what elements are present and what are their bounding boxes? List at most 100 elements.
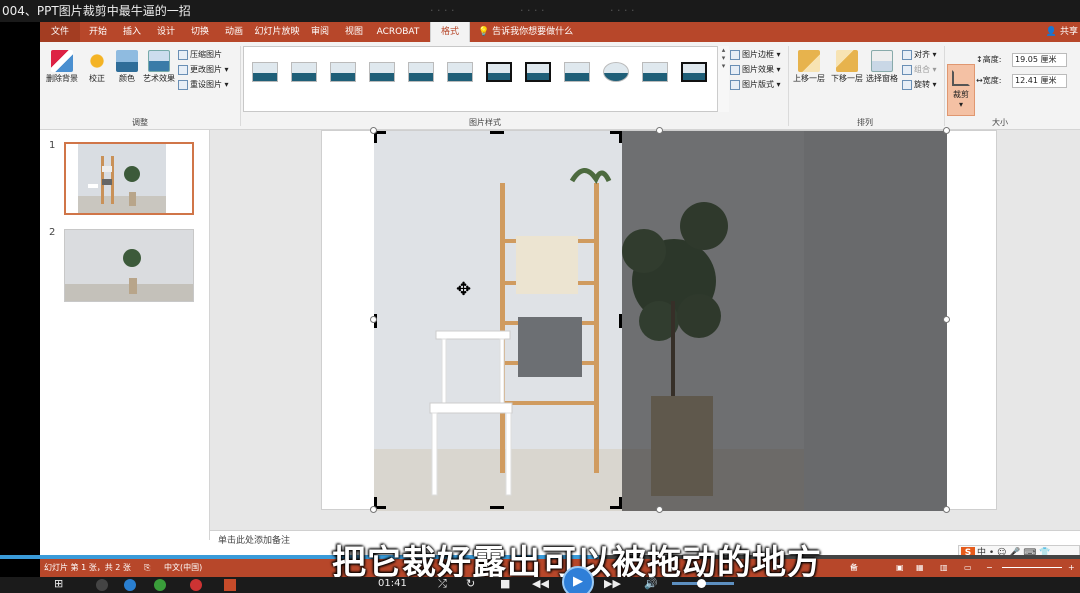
resize-handle[interactable] xyxy=(656,506,663,513)
tell-me-search[interactable]: 💡 告诉我你想要做什么 xyxy=(478,22,573,42)
picture-styles-gallery[interactable] xyxy=(243,46,729,112)
taskbar-app-icon[interactable] xyxy=(96,579,108,591)
height-input[interactable]: 19.05 厘米 xyxy=(1012,53,1067,67)
tab-design[interactable]: 设计 xyxy=(152,22,180,42)
tab-slideshow[interactable]: 幻灯片放映 xyxy=(254,22,300,42)
zoom-out-icon[interactable]: − xyxy=(986,559,993,577)
rewind-icon[interactable]: ◀◀ xyxy=(532,577,549,591)
picture-style-thumb[interactable] xyxy=(369,62,395,82)
resize-handle[interactable] xyxy=(370,316,377,323)
tab-review[interactable]: 审阅 xyxy=(306,22,334,42)
picture-style-thumb[interactable] xyxy=(408,62,434,82)
slide-1[interactable]: ✥ xyxy=(321,127,997,513)
remove-background-button[interactable]: 删除背景 xyxy=(42,48,82,108)
slide-canvas-area: ✥ xyxy=(210,127,1080,540)
crop-handle-right[interactable] xyxy=(619,314,622,328)
zoom-slider[interactable] xyxy=(1002,567,1062,568)
repeat-icon[interactable]: ↻ xyxy=(466,577,475,591)
spell-check-icon[interactable]: ⎘ xyxy=(144,559,150,577)
picture-effects-button[interactable]: 图片效果 ▾ xyxy=(730,63,781,77)
artistic-icon xyxy=(148,50,170,72)
screen: 004、PPT图片裁剪中最牛逼的一招 · · · · · · · · · · ·… xyxy=(0,0,1080,593)
tab-acrobat[interactable]: ACROBAT xyxy=(374,22,422,42)
crop-button[interactable]: 裁剪 ▾ xyxy=(947,64,975,116)
picture-style-thumb[interactable] xyxy=(681,62,707,82)
slide-info: 幻灯片 第 1 张，共 2 张 xyxy=(44,563,131,572)
volume-icon[interactable]: 🔊 xyxy=(644,577,658,591)
tab-view[interactable]: 视图 xyxy=(340,22,368,42)
color-label: 颜色 xyxy=(119,74,135,83)
shuffle-icon[interactable]: ⤮ xyxy=(438,577,447,591)
gallery-scroll[interactable]: ▴ ▾ ▾ xyxy=(717,46,729,112)
picture-style-thumb[interactable] xyxy=(642,62,668,82)
slide-number: 2 xyxy=(49,227,56,238)
slide-thumbnail-2[interactable] xyxy=(64,229,194,302)
stop-icon[interactable]: ■ xyxy=(500,577,510,591)
taskbar-app-icon[interactable] xyxy=(190,579,202,591)
send-backward-button[interactable]: 下移一层 xyxy=(828,48,866,108)
picture-style-thumb[interactable] xyxy=(447,62,473,82)
tab-file[interactable]: 文件 xyxy=(40,22,80,42)
resize-handle[interactable] xyxy=(656,127,663,134)
taskbar-app-icon[interactable] xyxy=(124,579,136,591)
effects-icon xyxy=(730,64,740,75)
crop-handle-top[interactable] xyxy=(490,131,504,134)
align-button[interactable]: 对齐 ▾ xyxy=(902,48,937,62)
volume-knob[interactable] xyxy=(697,579,706,588)
tab-animations[interactable]: 动画 xyxy=(220,22,248,42)
windows-start-icon[interactable]: ⊞ xyxy=(54,577,63,591)
compress-pictures-button[interactable]: 压缩图片 xyxy=(178,48,222,62)
zoom-in-icon[interactable]: + xyxy=(1068,559,1075,577)
resize-handle[interactable] xyxy=(943,127,950,134)
resize-handle[interactable] xyxy=(943,316,950,323)
rotate-button[interactable]: 旋转 ▾ xyxy=(902,78,937,92)
taskbar-app-icon[interactable] xyxy=(154,579,166,591)
view-sorter-icon[interactable]: ▦ xyxy=(916,559,924,577)
group-icon xyxy=(902,64,912,75)
ribbon-tabs: 文件 开始 插入 设计 切换 动画 幻灯片放映 审阅 视图 ACROBAT 格式… xyxy=(40,22,1080,42)
picture-style-thumb[interactable] xyxy=(291,62,317,82)
picture-style-thumb[interactable] xyxy=(330,62,356,82)
view-normal-icon[interactable]: ▣ xyxy=(896,559,904,577)
tab-format[interactable]: 格式 xyxy=(430,22,470,42)
sun-icon xyxy=(86,50,108,72)
taskbar-app-icon[interactable] xyxy=(224,579,236,591)
group-button[interactable]: 组合 ▾ xyxy=(902,63,937,77)
selection-pane-button[interactable]: 选择窗格 xyxy=(863,48,901,108)
bring-forward-button[interactable]: 上移一层 xyxy=(790,48,828,108)
slide-thumbnail-image xyxy=(66,144,192,213)
color-button[interactable]: 颜色 xyxy=(112,48,142,108)
language-indicator[interactable]: 中文(中国) xyxy=(164,559,202,577)
photo[interactable]: ✥ xyxy=(374,131,947,511)
share-button[interactable]: 👤 共享 xyxy=(1046,22,1080,42)
fast-forward-icon[interactable]: ▶▶ xyxy=(604,577,621,591)
compress-label: 压缩图片 xyxy=(190,50,222,59)
crop-excluded-overlay xyxy=(622,131,947,511)
change-picture-button[interactable]: 更改图片 ▾ xyxy=(178,63,229,77)
tab-home[interactable]: 开始 xyxy=(84,22,112,42)
picture-style-thumb[interactable] xyxy=(486,62,512,82)
picture-border-button[interactable]: 图片边框 ▾ xyxy=(730,48,781,62)
reset-picture-button[interactable]: 重设图片 ▾ xyxy=(178,78,229,92)
picture-layout-button[interactable]: 图片版式 ▾ xyxy=(730,78,781,92)
picture-style-thumb[interactable] xyxy=(564,62,590,82)
crop-handle-bottom[interactable] xyxy=(490,506,504,509)
crop-handle-bottom-right[interactable] xyxy=(610,497,622,509)
picture-style-thumb[interactable] xyxy=(252,62,278,82)
resize-handle[interactable] xyxy=(943,506,950,513)
tab-transitions[interactable]: 切换 xyxy=(186,22,214,42)
picture-style-thumb[interactable] xyxy=(603,62,629,82)
width-input[interactable]: 12.41 厘米 xyxy=(1012,74,1067,88)
view-reading-icon[interactable]: ▥ xyxy=(940,559,948,577)
resize-handle[interactable] xyxy=(370,127,377,134)
crop-handle-top-right[interactable] xyxy=(610,131,622,143)
corrections-button[interactable]: 校正 xyxy=(80,48,114,108)
artistic-effects-button[interactable]: 艺术效果 xyxy=(140,48,178,108)
play-button[interactable]: ▶ xyxy=(562,566,594,593)
slide-thumbnail-1[interactable] xyxy=(64,142,194,215)
picture-style-thumb[interactable] xyxy=(525,62,551,82)
remove-background-label: 删除背景 xyxy=(46,74,78,83)
tab-insert[interactable]: 插入 xyxy=(118,22,146,42)
view-slideshow-icon[interactable]: ▭ xyxy=(964,559,972,577)
resize-handle[interactable] xyxy=(370,506,377,513)
